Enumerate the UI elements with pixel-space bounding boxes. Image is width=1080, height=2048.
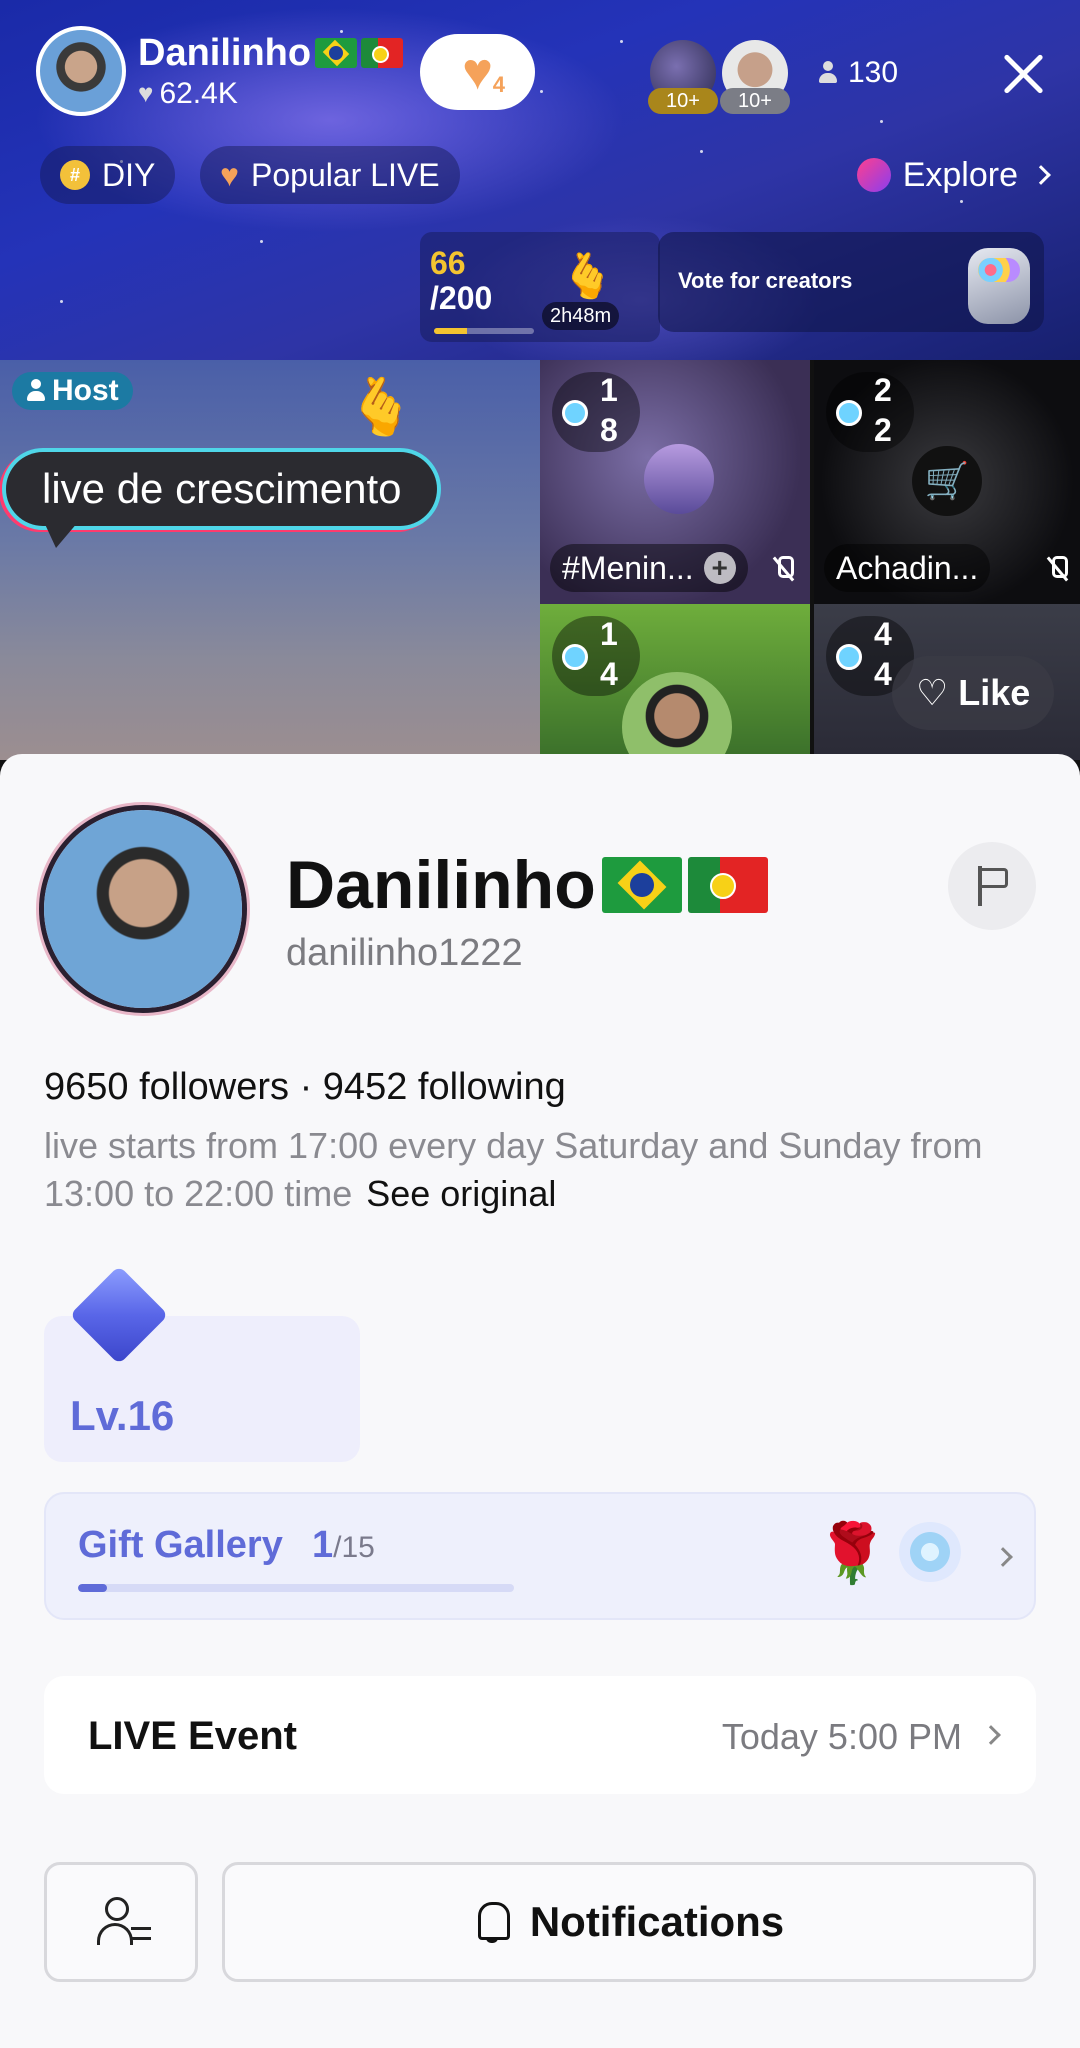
coin-icon: #	[60, 160, 90, 190]
guest-cell[interactable]: 1 4	[540, 604, 810, 760]
guest-rank: 2 2	[826, 372, 914, 452]
goal-progress-bar	[434, 328, 534, 334]
profile-bio: live starts from 17:00 every day Saturda…	[44, 1125, 983, 1214]
like-counter-button[interactable]: ♥ 4	[420, 34, 535, 110]
gift-gallery-title: Gift Gallery	[78, 1524, 283, 1566]
profile-name: Danilinho	[286, 846, 768, 924]
explore-link[interactable]: Explore	[837, 146, 1068, 204]
gift-gallery-progress	[78, 1584, 514, 1592]
live-event-time: Today 5:00 PM	[721, 1716, 962, 1757]
like-count: 4	[492, 72, 505, 97]
speech-bubble-tail	[44, 522, 78, 548]
level-badge[interactable]: Lv.16	[44, 1265, 360, 1462]
goal-timer: 2h48m	[542, 302, 620, 330]
guest-avatar	[622, 672, 732, 760]
portugal-flag-icon	[361, 38, 404, 68]
heart-icon: ♥	[462, 43, 493, 101]
notifications-button[interactable]: Notifications	[222, 1862, 1036, 1982]
follow-stats[interactable]: 9650 followers · 9452 following	[44, 1066, 566, 1109]
like-button[interactable]: ♡ Like	[892, 656, 1055, 730]
chevron-right-icon	[981, 1725, 1001, 1745]
heart-icon: ♥	[220, 156, 239, 193]
level-label: Lv.16	[70, 1392, 175, 1439]
host-stream[interactable]: Host 🫰 live de crescimento	[0, 360, 540, 760]
shopping-cart-icon[interactable]: 🛒	[912, 446, 982, 516]
guest-avatar	[644, 444, 714, 514]
gem-dot-icon	[562, 400, 588, 426]
host-avatar[interactable]	[36, 26, 126, 116]
top-viewers[interactable]: 10+ 10+ 130	[648, 40, 898, 114]
mic-off-icon	[1046, 556, 1068, 580]
user-switch-icon	[97, 1897, 151, 1949]
live-event-title: LIVE Event	[88, 1714, 297, 1758]
bell-icon	[474, 1900, 514, 1944]
portugal-flag-icon	[687, 857, 768, 913]
sparkle-gift-icon	[898, 1522, 962, 1582]
live-goal-widget[interactable]: 66 /200 🫰 2h48m	[420, 232, 660, 342]
chevron-right-icon	[1031, 165, 1051, 185]
vote-for-creators-banner[interactable]: Vote for creators	[658, 232, 1044, 332]
finger-heart-icon: 🫰	[346, 375, 416, 438]
guest-label: #Menin... +	[550, 544, 748, 592]
guest-rank: 1 8	[552, 372, 640, 452]
person-icon	[818, 61, 838, 85]
viewer-count[interactable]: 130	[818, 56, 898, 90]
person-icon	[26, 379, 46, 403]
host-tag: Host	[12, 372, 133, 410]
profile-sheet: Danilinho danilinho1222 9650 followers ·…	[0, 754, 1080, 2048]
live-event-row[interactable]: LIVE Event Today 5:00 PM	[44, 1676, 1036, 1794]
gem-dot-icon	[836, 644, 862, 670]
follow-switch-button[interactable]	[44, 1862, 198, 1982]
viewer-badge: 10+	[720, 88, 790, 114]
profile-avatar[interactable]	[44, 810, 242, 1008]
guest-cell[interactable]: 2 2 🛒 Achadin...	[814, 360, 1080, 604]
diy-chip[interactable]: # DIY	[40, 146, 176, 204]
gem-dot-icon	[562, 644, 588, 670]
goal-current: 66	[430, 245, 466, 281]
heart-outline-icon: ♡	[916, 672, 949, 713]
gem-dot-icon	[836, 400, 862, 426]
guest-rank: 1 4	[552, 616, 640, 696]
rose-gift-icon: 🌹	[816, 1521, 889, 1586]
host-profile-pill[interactable]: Danilinho ♥ 62.4K	[36, 26, 404, 116]
report-button[interactable]	[948, 842, 1036, 930]
heart-icon: ♥	[138, 78, 154, 108]
viewer-badge: 10+	[648, 88, 718, 114]
close-icon[interactable]	[994, 44, 1054, 104]
viewer-avatar[interactable]: 10+	[720, 40, 790, 114]
plus-icon[interactable]: +	[703, 552, 736, 584]
host-likes: ♥ 62.4K	[138, 76, 238, 110]
brazil-flag-icon	[601, 857, 682, 913]
popular-live-chip[interactable]: ♥ Popular LIVE	[200, 146, 460, 204]
speech-bubble: live de crescimento	[6, 452, 438, 526]
profile-handle: danilinho1222	[286, 932, 523, 974]
guest-label: Achadin...	[824, 544, 991, 592]
host-name: Danilinho	[138, 32, 404, 75]
finger-heart-icon: 🫰	[560, 252, 615, 301]
gift-robot-icon	[968, 248, 1030, 324]
planet-icon	[856, 158, 891, 192]
guest-cell[interactable]: 1 8 #Menin... +	[540, 360, 810, 604]
chevron-right-icon	[993, 1547, 1013, 1567]
goal-total: /200	[430, 280, 493, 316]
vote-label: Vote for creators	[678, 268, 853, 293]
mic-off-icon	[772, 556, 794, 580]
diamond-gem-icon	[69, 1265, 169, 1365]
live-header: Danilinho ♥ 62.4K ♥ 4 10+ 10+ 130 # DIY	[0, 0, 1080, 360]
see-original-link[interactable]: See original	[366, 1173, 556, 1214]
gift-gallery-card[interactable]: Gift Gallery 1/15 🌹	[44, 1492, 1036, 1620]
viewer-avatar[interactable]: 10+	[648, 40, 718, 114]
gift-gallery-count: 1/15	[312, 1524, 375, 1566]
brazil-flag-icon	[315, 38, 358, 68]
